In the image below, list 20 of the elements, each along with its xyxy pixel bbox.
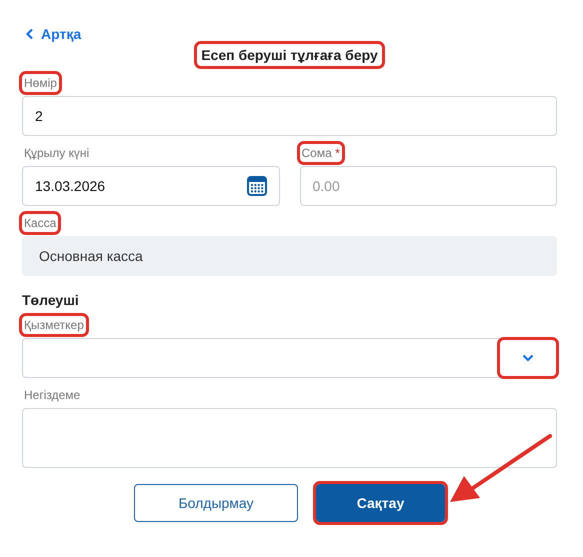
readonly-field: Основная касса xyxy=(22,236,557,276)
cancel-button[interactable]: Болдырмау xyxy=(134,484,298,522)
field-label: Қызметкер xyxy=(22,316,86,334)
chevron-left-icon xyxy=(25,28,35,40)
date-field[interactable]: 13.03.2026 xyxy=(22,166,280,206)
form-title: Есеп беруші тұлғаға беру xyxy=(197,44,382,66)
field-label: Касса xyxy=(22,214,58,232)
field-label: Құрылу күні xyxy=(23,145,90,162)
field-label: Нөмір xyxy=(22,74,59,92)
text-area[interactable] xyxy=(22,408,557,468)
field-label: Сома * xyxy=(300,144,342,162)
input-field[interactable]: 2 xyxy=(22,96,557,136)
select-field[interactable] xyxy=(22,338,557,378)
field-label: Негіздеме xyxy=(23,387,82,404)
save-button[interactable]: Сақтау xyxy=(316,484,445,522)
chevron-down-icon[interactable] xyxy=(500,340,556,376)
calendar-icon[interactable] xyxy=(246,176,266,196)
section-heading: Төлеуші xyxy=(22,292,80,308)
required-mark: * xyxy=(335,146,340,160)
back-link[interactable]: Артқа xyxy=(25,26,82,42)
